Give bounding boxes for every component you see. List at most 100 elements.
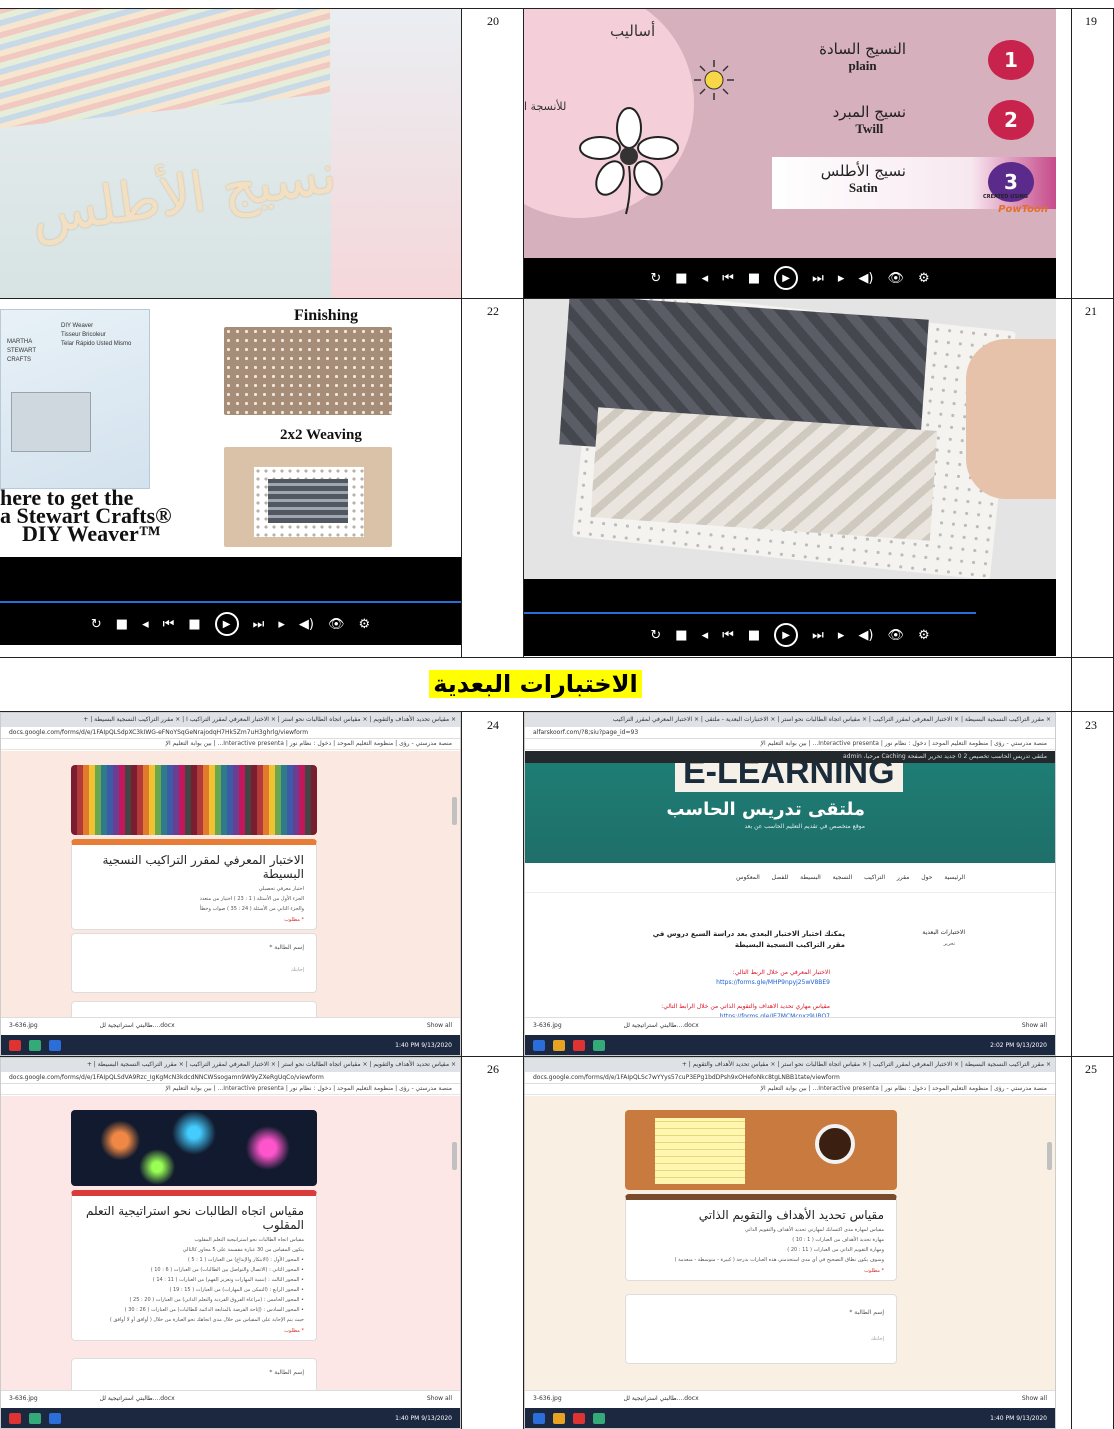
show-all-button[interactable]: Show all [427,1022,452,1029]
video-controls-22[interactable]: ↻ ■ ◂ ⏮ ■ ▶ ⏭ ▸ ◀) 👁 ⚙ [0,603,461,645]
notebook-header-image [625,1110,897,1190]
rewind-icon[interactable]: ◂ [702,271,709,286]
taskbar-apps[interactable] [533,1412,605,1424]
stop-icon[interactable]: ■ [188,617,200,632]
site-nav[interactable]: الرئيسية حول مقرر التراكيب النسجية البسي… [525,863,1055,893]
video-controls-19[interactable]: ↻ ■ ◂ ⏮ ■ ▶ ⏭ ▸ ◀) 👁 ⚙ [524,258,1056,298]
bookmarks-bar[interactable]: منصة مدرستي - رؤى | منظومة التعليم الموح… [525,739,1055,750]
download-item[interactable]: 3-636.jpg [9,1022,38,1029]
rewind-icon[interactable]: ◂ [702,628,709,643]
sidebar-edit-link[interactable]: تحرير [943,941,955,947]
browser-tabs[interactable]: × مقرر التراكيب النسجية البسيطة | × الاخ… [525,1058,1055,1072]
row-number: 24 [487,718,499,732]
download-item[interactable]: طالبتي استراتيجية لل....docx [624,1022,699,1029]
type-plain: النسيج السادة plain [819,40,906,74]
badge-1: 1 [988,40,1034,80]
box-text: MARTHA STEWART CRAFTS [7,339,37,363]
volume-icon[interactable]: ◀) [858,628,873,643]
forward-icon[interactable]: ▸ [838,271,845,286]
bookmarks-bar[interactable]: منصة مدرستي - رؤى | منظومة التعليم الموح… [1,739,460,750]
scrollbar[interactable] [1047,1142,1052,1170]
forward-icon[interactable]: ▸ [838,628,845,643]
forward-icon[interactable]: ▸ [278,617,285,632]
link1[interactable]: https://forms.gle/MHP9npyj25wV8BE9 [716,979,830,986]
row-number: 26 [487,1062,499,1076]
bookmarks-bar[interactable]: منصة مدرستي - رؤى | منظومة التعليم الموح… [1,1084,460,1095]
name-question-card: إسم الطالبة * إجابتك [71,933,317,993]
slide-20-title: نسيج الأطلس [27,141,340,248]
site-body: الاختبارات البعدية تحرير يمكنك اختبار ال… [525,893,1055,1020]
taskbar-apps[interactable] [9,1412,61,1424]
browser-tabs[interactable]: × مقرر التراكيب النسجية البسيطة | × الاخ… [525,713,1055,727]
prev-icon[interactable]: ⏮ [163,617,175,632]
promo-text: here to get the a Stewart Crafts® DIY We… [0,485,172,546]
replay-icon[interactable]: ↻ [650,271,661,286]
form-desc-line: مقياس اتجاه الطالبات نحو استراتيجية التع… [194,1237,304,1243]
form-desc-line: • المحور الأول : (الابتكار والإبداع) من … [187,1257,304,1263]
download-item[interactable]: طالبتي استراتيجية لل....docx [100,1395,175,1402]
taskbar: 1:40 PM 9/13/2020 [1,1035,460,1055]
replay-icon[interactable]: ↻ [650,628,661,643]
settings-icon[interactable]: ⚙ [918,271,930,286]
slide-19-side-text: للأنسجة ا [524,100,567,113]
form-desc-line: مهارة تحديد الأهداف من العبارات ( 1 : 10… [792,1237,884,1243]
view-icon[interactable]: 👁 [887,628,904,643]
answer-input[interactable]: إجابتك [626,1319,896,1345]
download-item[interactable]: 3-636.jpg [533,1022,562,1029]
show-all-button[interactable]: Show all [1022,1022,1047,1029]
caption-icon[interactable]: ■ [675,271,687,286]
next-icon[interactable]: ⏭ [253,617,265,632]
address-bar[interactable]: docs.google.com/forms/d/e/1FAIpQLSdVA9Rz… [1,1072,460,1084]
download-item[interactable]: طالبتي استراتيجية لل....docx [624,1395,699,1402]
form-desc-line: مقياس لمهارة مدى اكتسابك لمهارتي تحديد ا… [744,1227,884,1233]
finishing-label: Finishing [294,307,359,324]
volume-icon[interactable]: ◀) [299,617,314,632]
bookmarks-bar[interactable]: منصة مدرستي - رؤى | منظومة التعليم الموح… [525,1084,1055,1095]
download-item[interactable]: 3-636.jpg [9,1395,38,1402]
video-player-19: ↻ ■ ◂ ⏮ ■ ▶ ⏭ ▸ ◀) 👁 ⚙ [524,258,1056,298]
scrollbar[interactable] [452,797,457,825]
taskbar-apps[interactable] [9,1039,61,1051]
replay-icon[interactable]: ↻ [91,617,102,632]
next-card [71,1001,317,1017]
taskbar-apps[interactable] [533,1039,605,1051]
required-note: * مطلوب [284,1328,304,1334]
view-icon[interactable]: 👁 [328,617,345,632]
next-icon[interactable]: ⏭ [812,271,824,286]
google-form: الاختبار المعرفي لمقرر التراكيب النسجية … [1,751,460,1017]
wp-admin-bar[interactable]: ملتقى تدريس الحاسب تخصيص 2 0 جديد تحرير … [525,751,1055,763]
download-bar: 3-636.jpg طالبتي استراتيجية لل....docx S… [525,1390,1055,1408]
scrollbar[interactable] [452,1142,457,1170]
next-icon[interactable]: ⏭ [812,628,824,643]
site-banner: E-LEARNING ملتقى تدريس الحاسب موقع متخصص… [525,763,1055,863]
browser-tabs[interactable]: × مقياس تحديد الأهداف والتقويم | × مقياس… [1,713,460,727]
browser-tabs[interactable]: × مقياس تحديد الأهداف والتقويم | × مقياس… [1,1058,460,1072]
play-icon[interactable]: ▶ [214,612,239,636]
row-number: 19 [1085,14,1097,28]
stop-icon[interactable]: ■ [748,271,760,286]
product-box: MARTHA STEWART CRAFTS DIY Weaver Tisseur… [0,309,150,489]
stop-icon[interactable]: ■ [748,628,760,643]
address-bar[interactable]: alfarskoorf.com/?8;siu?page_id=93 [525,727,1055,739]
type-satin-en: Satin [848,180,878,195]
download-item[interactable]: 3-636.jpg [533,1395,562,1402]
play-icon[interactable]: ▶ [774,266,799,290]
prev-icon[interactable]: ⏮ [722,271,734,286]
show-all-button[interactable]: Show all [427,1395,452,1402]
type-satin: نسيج الأطلس Satin [821,162,906,196]
caption-icon[interactable]: ■ [675,628,687,643]
settings-icon[interactable]: ⚙ [358,617,370,632]
video-controls-21[interactable]: ↻ ■ ◂ ⏮ ■ ▶ ⏭ ▸ ◀) 👁 ⚙ [524,614,1056,656]
caption-icon[interactable]: ■ [116,617,128,632]
address-bar[interactable]: docs.google.com/forms/d/e/1FAIpQLSc7wYYy… [525,1072,1055,1084]
rewind-icon[interactable]: ◂ [142,617,149,632]
volume-icon[interactable]: ◀) [858,271,873,286]
answer-input[interactable]: إجابتك [72,954,316,976]
prev-icon[interactable]: ⏮ [722,628,734,643]
show-all-button[interactable]: Show all [1022,1395,1047,1402]
address-bar[interactable]: docs.google.com/forms/d/e/1FAIpQLSdpXC3k… [1,727,460,739]
settings-icon[interactable]: ⚙ [918,628,930,643]
play-icon[interactable]: ▶ [774,623,799,647]
download-item[interactable]: طالبتي استراتيجية لل....docx [100,1022,175,1029]
view-icon[interactable]: 👁 [887,271,904,286]
